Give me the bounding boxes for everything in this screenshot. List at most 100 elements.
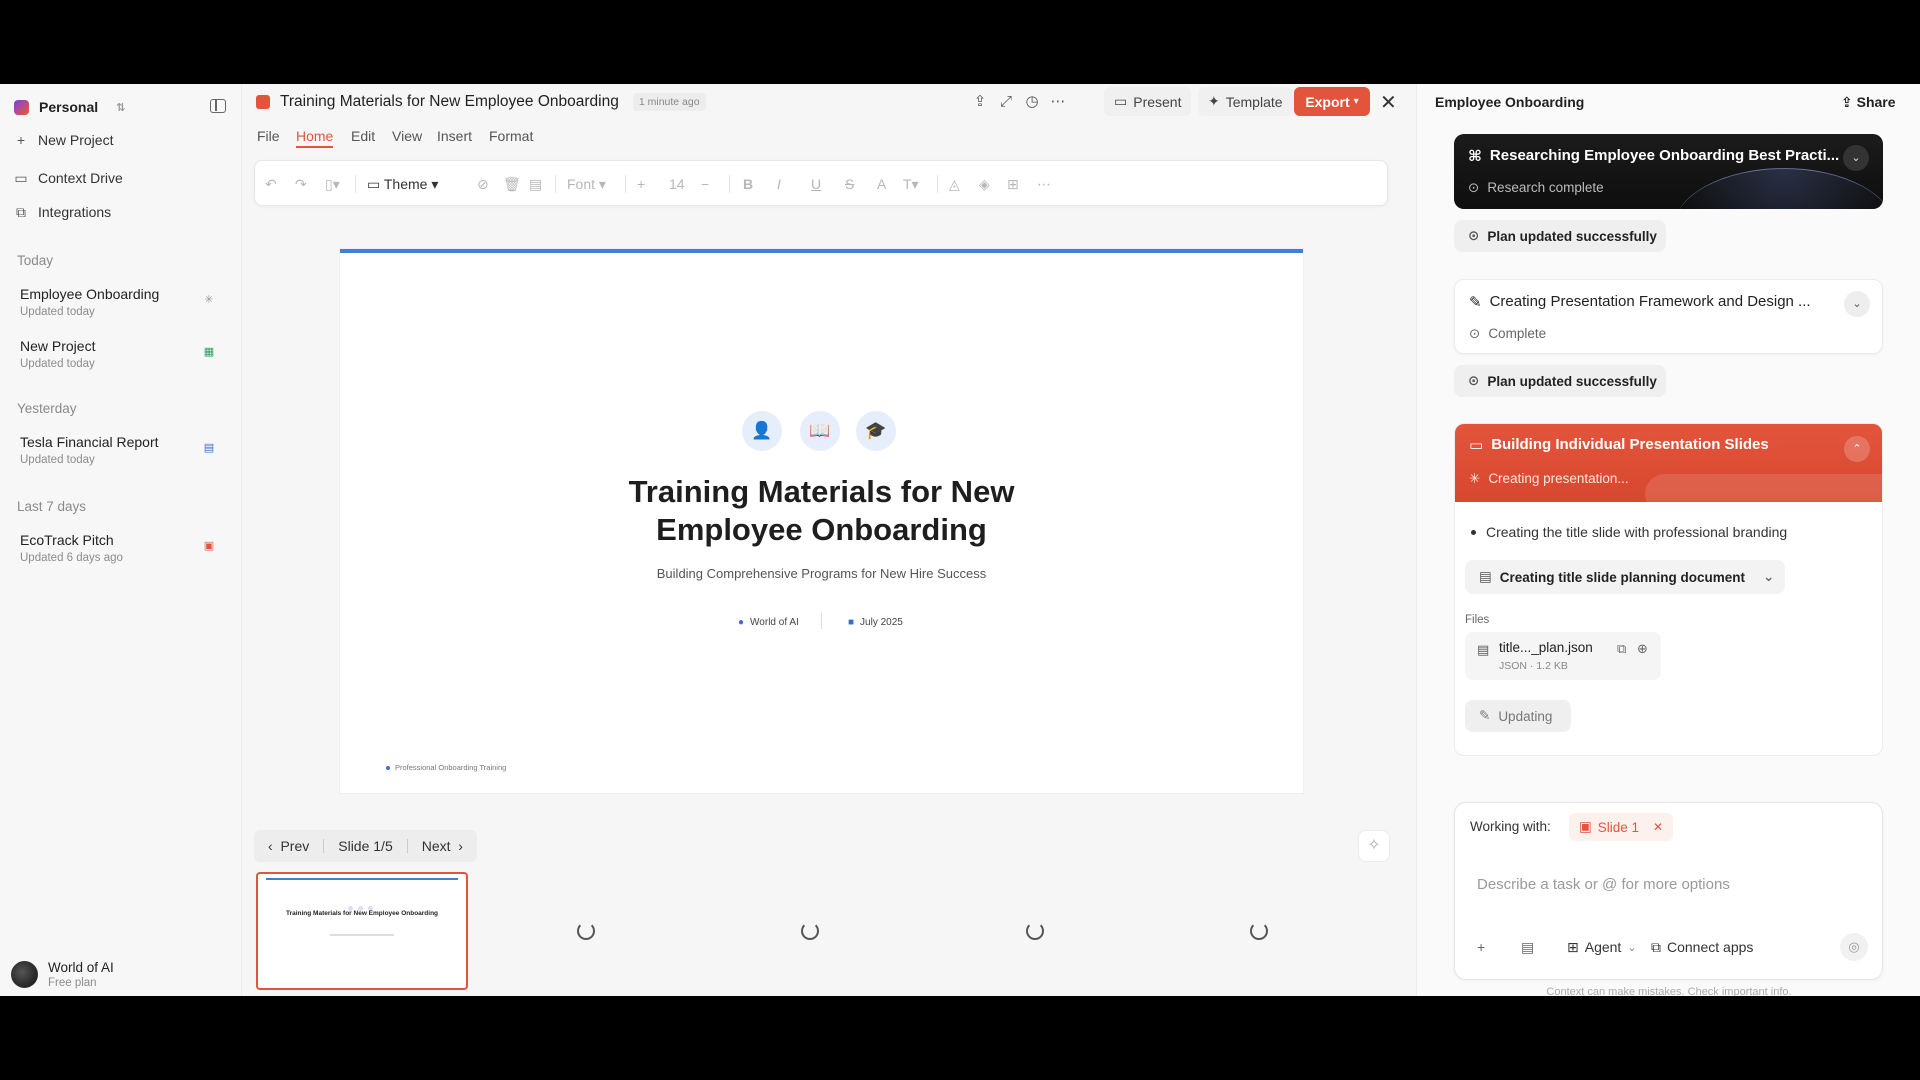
- plus-icon: +: [16, 132, 26, 148]
- layout-icon[interactable]: ▤: [529, 174, 542, 194]
- text-color-icon[interactable]: A: [877, 174, 886, 194]
- shapes-icon[interactable]: ◬: [949, 174, 960, 194]
- building-step-header[interactable]: ▭ Building Individual Presentation Slides…: [1455, 424, 1882, 514]
- slide-title[interactable]: Training Materials for New Employee Onbo…: [340, 473, 1303, 549]
- present-icon: ▭: [1114, 93, 1128, 109]
- framework-step-card[interactable]: ✎ Creating Presentation Framework and Des…: [1454, 279, 1883, 354]
- chevron-up-icon[interactable]: ⌃: [1844, 436, 1870, 462]
- send-button[interactable]: ◎: [1840, 933, 1868, 961]
- bold-icon[interactable]: B: [743, 174, 753, 194]
- download-icon[interactable]: ⊕: [1637, 641, 1648, 657]
- updating-badge: ✎ Updating: [1465, 700, 1571, 732]
- layout-icon[interactable]: ▤: [1521, 939, 1534, 956]
- project-new-project[interactable]: New Project Updated today ▦: [20, 338, 225, 370]
- slide-accent-bar: [340, 249, 1303, 253]
- delete-icon[interactable]: 🗑: [503, 174, 521, 194]
- italic-icon[interactable]: I: [777, 174, 781, 194]
- project-tesla-financial-report[interactable]: Tesla Financial Report Updated today ▤: [20, 434, 225, 466]
- next-button[interactable]: Next ›: [408, 838, 477, 854]
- strikethrough-icon[interactable]: S: [845, 174, 854, 194]
- theme-dropdown[interactable]: ▭ Theme ▾: [367, 174, 438, 194]
- nav-integrations[interactable]: ⧉ Integrations: [14, 200, 224, 224]
- slide-canvas[interactable]: 👤 📖 🎓 Training Materials for New Employe…: [340, 249, 1303, 793]
- research-step-card[interactable]: ⌘ Researching Employee Onboarding Best Pr…: [1454, 134, 1883, 209]
- redo-icon[interactable]: ↷: [295, 174, 307, 194]
- task-input[interactable]: [1477, 873, 1857, 895]
- copy-icon[interactable]: ⧉: [1617, 641, 1626, 657]
- loading-spinner-icon: [1250, 922, 1268, 940]
- prev-button[interactable]: ‹ Prev: [254, 838, 323, 854]
- user-profile[interactable]: World of AI Free plan: [11, 960, 114, 989]
- menu-insert[interactable]: Insert: [437, 128, 472, 144]
- workspace-switcher[interactable]: Personal ⇅: [14, 94, 125, 120]
- updating-text: Updating: [1498, 708, 1553, 724]
- font-dropdown[interactable]: Font ▾: [567, 174, 606, 194]
- user-icon: ●: [738, 617, 745, 628]
- disclaimer-text: Context can make mistakes. Check importa…: [1546, 986, 1792, 996]
- check-circle-icon: ⊙: [1468, 228, 1480, 243]
- slide-date-text: July 2025: [860, 617, 903, 628]
- puzzle-icon: ⧉: [16, 203, 26, 220]
- history-icon[interactable]: ◷: [1022, 92, 1042, 112]
- clipboard-icon[interactable]: ▯▾: [325, 174, 340, 194]
- font-size-value[interactable]: 14: [669, 174, 685, 194]
- menu-home[interactable]: Home: [296, 128, 334, 148]
- sidebar-toggle-icon[interactable]: [210, 99, 226, 113]
- font-label: Font: [567, 176, 596, 192]
- text-style-icon[interactable]: T▾: [903, 174, 919, 194]
- fullscreen-icon[interactable]: ⤢: [996, 92, 1016, 112]
- more-icon[interactable]: ⋯: [1037, 174, 1051, 194]
- planning-document-dropdown[interactable]: ▤ Creating title slide planning document…: [1465, 560, 1785, 594]
- context-chip-slide[interactable]: ▣ Slide 1 ✕: [1569, 813, 1674, 841]
- font-decrease-icon[interactable]: −: [701, 174, 709, 194]
- document-title[interactable]: Training Materials for New Employee Onbo…: [280, 93, 619, 111]
- book-icon: 📖: [800, 411, 840, 451]
- prev-label: Prev: [280, 838, 310, 854]
- user-plus-icon: 👤: [742, 411, 782, 451]
- agent-label: Agent: [1584, 939, 1622, 955]
- underline-icon[interactable]: U: [811, 174, 821, 194]
- graduation-cap-icon: 🎓: [856, 411, 896, 451]
- workspace-logo-icon: [14, 99, 29, 115]
- present-button[interactable]: ▭ Present: [1104, 87, 1192, 116]
- slide-thumbnail-1[interactable]: Training Materials for New Employee Onbo…: [256, 872, 468, 990]
- table-icon[interactable]: ⊞: [1007, 174, 1019, 194]
- avatar: [11, 961, 38, 988]
- menu-edit[interactable]: Edit: [351, 128, 375, 144]
- hide-icon[interactable]: ⊘: [477, 174, 489, 194]
- plus-icon[interactable]: +: [1477, 939, 1485, 955]
- menu-format[interactable]: Format: [489, 128, 533, 144]
- chevron-down-icon[interactable]: ⌄: [1844, 291, 1870, 317]
- close-icon[interactable]: ✕: [1653, 820, 1663, 834]
- apps-icon: ⧉: [1651, 938, 1661, 955]
- last-updated-badge: 1 minute ago: [632, 93, 706, 111]
- bullet-dot: [1471, 529, 1476, 535]
- ai-sparkle-button[interactable]: ✧: [1358, 830, 1390, 862]
- fill-icon[interactable]: ◈: [979, 174, 990, 194]
- more-icon[interactable]: ⋯: [1048, 92, 1068, 112]
- presentation-icon: ▣: [203, 540, 215, 552]
- slide-subtitle[interactable]: Building Comprehensive Programs for New …: [340, 566, 1303, 581]
- connect-apps-button[interactable]: ⧉ Connect apps: [1651, 933, 1753, 961]
- project-employee-onboarding[interactable]: Employee Onboarding Updated today ✳: [20, 286, 225, 318]
- slide-author: ● World of AI: [738, 617, 799, 628]
- nav-new-project[interactable]: + New Project: [14, 128, 224, 152]
- menu-file[interactable]: File: [257, 128, 280, 144]
- step-bullet-text: Creating the title slide with profession…: [1486, 524, 1788, 540]
- project-updated: Updated today: [20, 454, 95, 466]
- template-button[interactable]: ✦ Template: [1198, 87, 1293, 116]
- thumb-title: Training Materials for New Employee Onbo…: [285, 910, 439, 917]
- font-increase-icon[interactable]: +: [637, 174, 645, 194]
- undo-icon[interactable]: ↶: [265, 174, 277, 194]
- close-icon[interactable]: ✕: [1380, 90, 1397, 115]
- export-button[interactable]: Export ▾: [1294, 87, 1370, 116]
- chevron-down-icon[interactable]: ⌄: [1843, 145, 1869, 171]
- project-ecotrack-pitch[interactable]: EcoTrack Pitch Updated 6 days ago ▣: [20, 532, 225, 564]
- document-icon: ▤: [1479, 569, 1492, 584]
- share-button[interactable]: ⇪ Share: [1841, 94, 1896, 111]
- file-attachment[interactable]: ▤ title..._plan.json JSON · 1.2 KB ⧉ ⊕: [1465, 632, 1661, 680]
- agent-dropdown[interactable]: ⊞ Agent ⌄: [1559, 933, 1645, 961]
- menu-view[interactable]: View: [392, 128, 422, 144]
- nav-context-drive[interactable]: ▭ Context Drive: [14, 166, 224, 190]
- share-upload-icon[interactable]: ⇪: [970, 92, 990, 112]
